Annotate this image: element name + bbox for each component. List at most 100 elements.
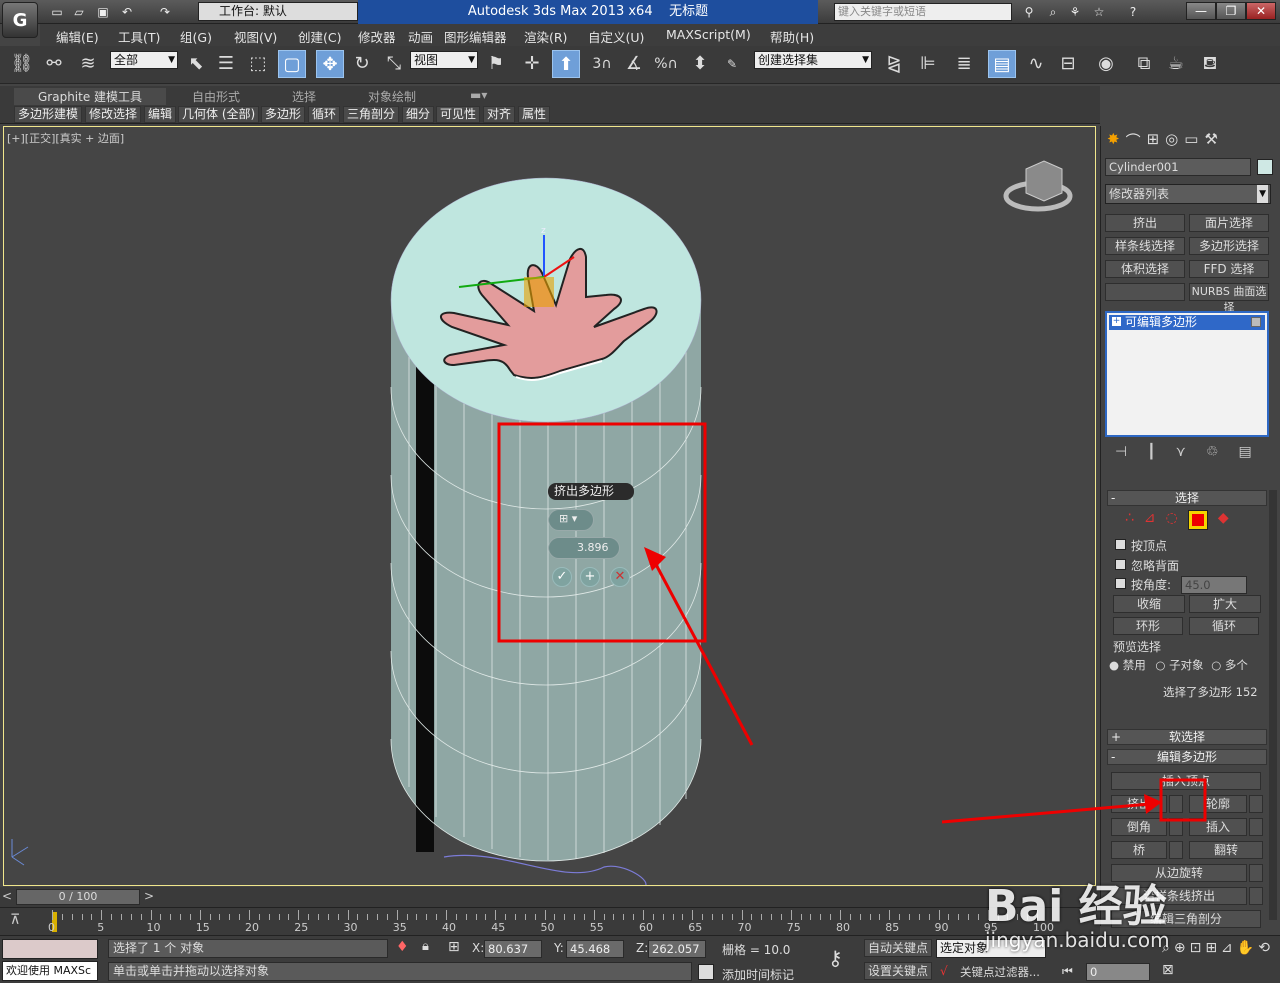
reference-coord-dropdown[interactable]: 视图 xyxy=(410,51,478,69)
curve-editor-icon[interactable]: ∿ xyxy=(1022,50,1050,78)
extrude-height-value[interactable]: 3.896 xyxy=(577,541,609,554)
ribbon-polygons[interactable]: 多边形 xyxy=(261,106,306,123)
schematic-view-icon[interactable]: ⊟ xyxy=(1054,50,1082,78)
menu-help[interactable]: 帮助(H) xyxy=(770,27,814,46)
menu-maxscript[interactable]: MAXScript(M) xyxy=(666,27,751,42)
tab-graphite[interactable]: Graphite 建模工具 xyxy=(14,88,166,105)
communication-icon[interactable]: ⌕ xyxy=(1044,3,1062,21)
spinner-snap-icon[interactable]: ⬍ xyxy=(686,50,714,78)
key-filters-button[interactable]: 关键点过滤器... xyxy=(960,964,1040,980)
bind-spacewarp-icon[interactable]: ≋ xyxy=(74,50,102,78)
ribbon-visibility[interactable]: 可见性 xyxy=(436,106,481,123)
lock-icon[interactable]: 🔒︎ xyxy=(422,939,429,954)
ribbon-triangulation[interactable]: 三角剖分 xyxy=(343,106,400,123)
caddy-title[interactable]: 挤出多边形 xyxy=(548,483,634,500)
material-editor-icon[interactable]: ◉ xyxy=(1092,50,1120,78)
menu-rendering[interactable]: 渲染(R) xyxy=(524,27,567,46)
mirror-icon[interactable]: ⧎ xyxy=(880,50,908,78)
ribbon-options-icon[interactable]: ▬▾ xyxy=(470,88,487,105)
tab-selection[interactable]: 选择 xyxy=(292,88,316,105)
y-coordinate-field[interactable]: 45.468 xyxy=(566,940,624,958)
cancel-x-icon[interactable]: ✕ xyxy=(610,567,630,587)
current-frame-field[interactable]: 0 xyxy=(1086,963,1150,981)
next-frame-icon[interactable]: > xyxy=(144,889,158,905)
ribbon-geometry-all[interactable]: 几何体 (全部) xyxy=(178,106,260,123)
pan-icon[interactable]: ✋ xyxy=(1237,940,1254,958)
selection-filter-dropdown[interactable]: 全部 xyxy=(110,51,178,69)
menu-customize[interactable]: 自定义(U) xyxy=(588,27,644,46)
graphite-toggle-icon[interactable]: ▤ xyxy=(988,50,1016,78)
ribbon-edit[interactable]: 编辑 xyxy=(144,106,177,123)
minimize-button[interactable]: — xyxy=(1186,2,1216,20)
ribbon-align[interactable]: 对齐 xyxy=(483,106,516,123)
mini-curve-editor-icon[interactable]: ⊼ xyxy=(10,912,20,928)
layer-manager-icon[interactable]: ≣ xyxy=(950,50,978,78)
named-selection-dropdown[interactable]: 创建选择集 xyxy=(754,51,872,69)
snap-toggle-icon[interactable]: 3∩ xyxy=(588,50,616,78)
menu-view[interactable]: 视图(V) xyxy=(234,27,277,46)
menu-tools[interactable]: 工具(T) xyxy=(118,27,160,46)
save-icon[interactable]: ▣ xyxy=(94,3,112,21)
keyboard-shortcut-toggle-icon[interactable]: ⬆ xyxy=(552,50,580,78)
maxscript-listener[interactable] xyxy=(2,939,98,959)
search-input[interactable]: 键入关键字或短语 xyxy=(834,3,1012,21)
ribbon-polygon-modeling[interactable]: 多边形建模 xyxy=(14,106,83,123)
set-key-icon[interactable]: ⚷ xyxy=(828,946,843,970)
ribbon-subdivision[interactable]: 细分 xyxy=(402,106,435,123)
maxscript-mini-listener[interactable]: 欢迎使用 MAXSc xyxy=(2,961,98,981)
add-time-tag[interactable]: 添加时间标记 xyxy=(722,966,794,983)
set-key-button[interactable]: 设置关键点 xyxy=(864,962,932,980)
restore-button[interactable]: ❐ xyxy=(1216,2,1246,20)
x-coordinate-field[interactable]: 80.637 xyxy=(484,940,542,958)
angle-snap-icon[interactable]: ∡ xyxy=(620,50,648,78)
close-button[interactable]: ✕ xyxy=(1246,2,1276,20)
tab-object-paint[interactable]: 对象绘制 xyxy=(368,88,416,105)
absolute-mode-icon[interactable]: ⊞ xyxy=(448,939,460,955)
rendered-frame-icon[interactable]: ☕ xyxy=(1162,50,1190,78)
goto-start-icon[interactable]: ⏮ xyxy=(1062,964,1073,979)
edit-named-selection-icon[interactable]: ✎ xyxy=(718,50,746,78)
menu-modifiers[interactable]: 修改器 xyxy=(358,27,396,46)
ribbon-modify-selection[interactable]: 修改选择 xyxy=(85,106,142,123)
ribbon-loops[interactable]: 循环 xyxy=(308,106,341,123)
apply-plus-icon[interactable]: + xyxy=(580,567,600,587)
zoom-extents-icon[interactable]: ⊡ xyxy=(1190,940,1202,958)
menu-edit[interactable]: 编辑(E) xyxy=(56,27,99,46)
track-bar[interactable]: ⊼ 0 5 10 15 20 25 30 35 40 45 50 55 60 65 70 75 80 85 90 95… xyxy=(0,907,1100,935)
menu-create[interactable]: 创建(C) xyxy=(298,27,341,46)
link-icon[interactable]: ⛓ xyxy=(8,50,36,78)
select-by-name-icon[interactable]: ☰ xyxy=(212,50,240,78)
ribbon-properties[interactable]: 属性 xyxy=(518,106,551,123)
auto-key-button[interactable]: 自动关键点 xyxy=(864,939,932,957)
select-rotate-icon[interactable]: ↻ xyxy=(348,50,376,78)
workspace-dropdown[interactable]: 工作台: 默认 xyxy=(198,2,358,21)
zoom-extents-all-icon[interactable]: ⊞ xyxy=(1205,940,1217,958)
binoculars-icon[interactable]: ⚲ xyxy=(1020,3,1038,21)
redo-icon[interactable]: ↷ xyxy=(156,3,174,21)
extrude-type-dropdown[interactable]: ⊞ ▾ xyxy=(548,509,594,531)
z-coordinate-field[interactable]: 262.057 xyxy=(648,940,706,958)
menu-animation[interactable]: 动画 xyxy=(408,27,433,46)
render-setup-icon[interactable]: ⧉ xyxy=(1130,50,1158,78)
prev-frame-icon[interactable]: < xyxy=(2,889,16,905)
new-file-icon[interactable]: ▭ xyxy=(48,3,66,21)
isolate-icon[interactable]: ♦ xyxy=(396,939,409,955)
undo-icon[interactable]: ↶ xyxy=(118,3,136,21)
time-slider-thumb[interactable]: 0 / 100 xyxy=(16,889,140,905)
window-crossing-icon[interactable]: ▢ xyxy=(278,50,306,78)
render-production-icon[interactable]: ⛾ xyxy=(1196,50,1224,78)
selection-region-icon[interactable]: ⬚ xyxy=(244,50,272,78)
help-icon[interactable]: ? xyxy=(1124,3,1142,21)
align-icon[interactable]: ⊫ xyxy=(914,50,942,78)
percent-snap-icon[interactable]: %∩ xyxy=(652,50,680,78)
favorites-star-icon[interactable]: ☆ xyxy=(1090,3,1108,21)
zoom-all-icon[interactable]: ⊕ xyxy=(1174,940,1186,958)
open-folder-icon[interactable]: ▱ xyxy=(70,3,88,21)
key-filter-icon[interactable]: √ xyxy=(940,964,948,978)
extrude-height-spinner[interactable]: 3.896 xyxy=(548,537,620,559)
pivot-center-icon[interactable]: ⚑ xyxy=(482,50,510,78)
time-tag-icon[interactable] xyxy=(698,964,714,980)
select-manipulate-icon[interactable]: ✛ xyxy=(518,50,546,78)
unlink-icon[interactable]: ⚯ xyxy=(40,50,68,78)
ok-check-icon[interactable]: ✓ xyxy=(552,567,572,587)
